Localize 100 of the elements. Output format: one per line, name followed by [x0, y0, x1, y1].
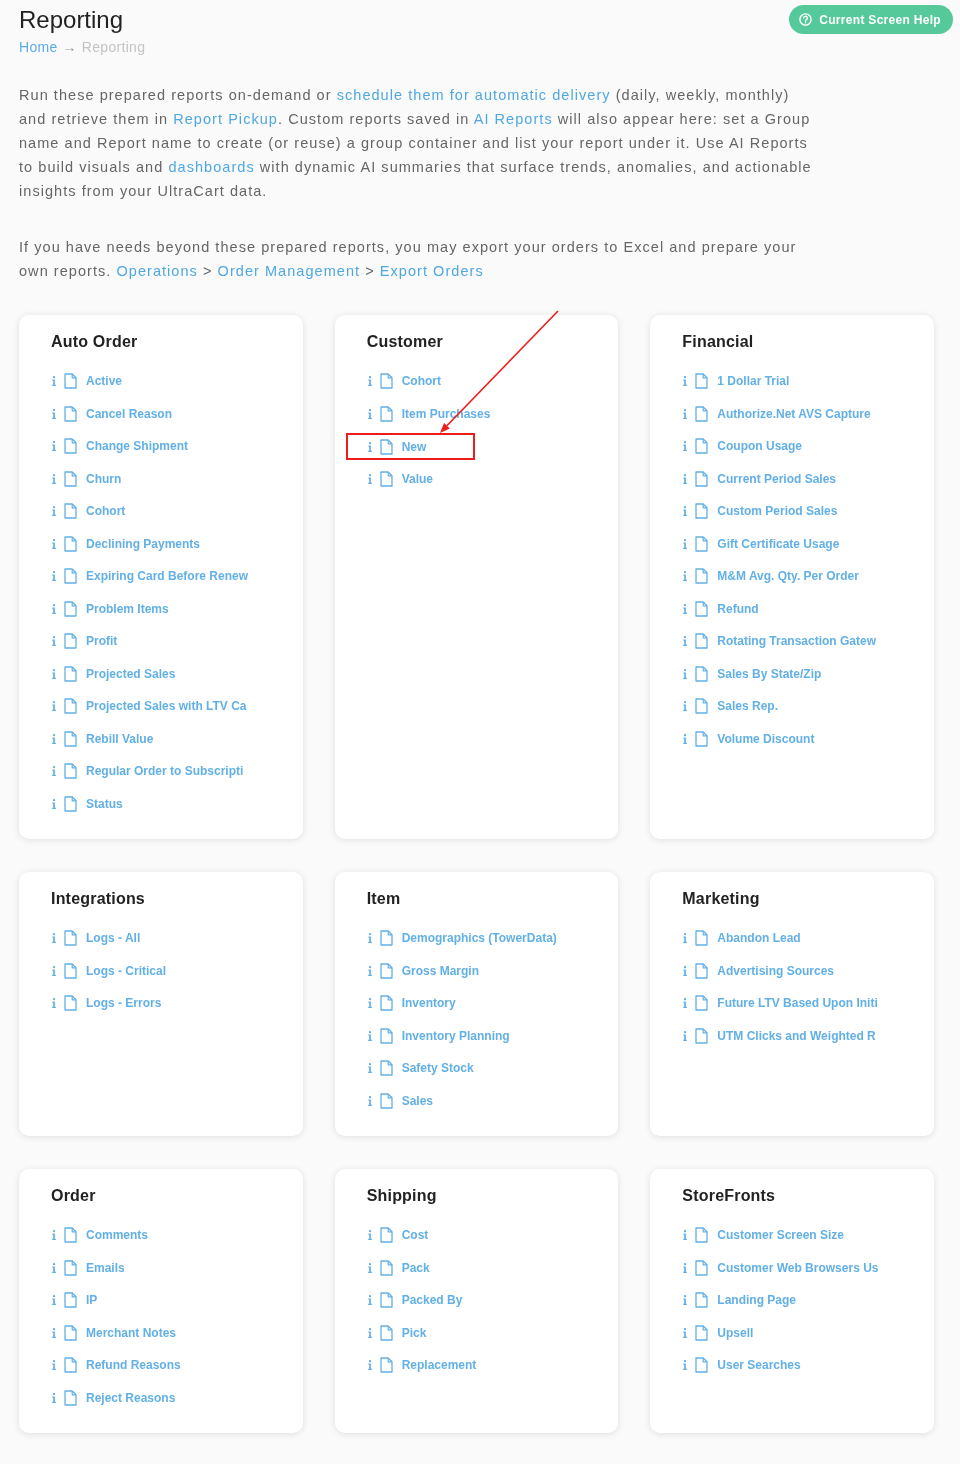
report-link[interactable]: Pick: [401, 1324, 427, 1341]
report-link[interactable]: Landing Page: [717, 1292, 796, 1309]
info-icon[interactable]: [367, 408, 372, 419]
breadcrumb-link[interactable]: Home: [19, 38, 58, 56]
report-link[interactable]: Volume Discount: [717, 730, 815, 747]
report-link[interactable]: Advertising Sources: [717, 962, 835, 979]
info-icon[interactable]: [52, 1392, 56, 1403]
report-link[interactable]: Status: [86, 795, 123, 812]
report-link[interactable]: M&M Avg. Qty. Per Order: [717, 568, 859, 585]
info-icon[interactable]: [52, 603, 56, 614]
info-icon[interactable]: [367, 441, 372, 452]
info-icon[interactable]: [52, 506, 56, 517]
report-link[interactable]: Cohort: [401, 373, 441, 390]
info-icon[interactable]: [52, 538, 56, 549]
info-icon[interactable]: [683, 1230, 688, 1241]
report-link[interactable]: Sales Rep.: [717, 698, 779, 715]
info-icon[interactable]: [52, 636, 56, 647]
info-icon[interactable]: [367, 376, 372, 387]
report-link[interactable]: Value: [401, 470, 433, 487]
report-link[interactable]: Refund Reasons: [86, 1357, 181, 1374]
report-link[interactable]: Logs - All: [86, 930, 141, 947]
info-icon[interactable]: [52, 668, 56, 679]
info-icon[interactable]: [52, 1230, 56, 1241]
report-link[interactable]: Projected Sales: [86, 665, 176, 682]
report-link[interactable]: Merchant Notes: [86, 1324, 177, 1341]
info-icon[interactable]: [52, 571, 56, 582]
report-link[interactable]: New: [401, 438, 427, 455]
report-link[interactable]: Refund: [717, 600, 759, 617]
info-icon[interactable]: [683, 965, 688, 976]
report-link[interactable]: Customer Web Browsers Us: [717, 1259, 879, 1276]
report-link[interactable]: Gross Margin: [401, 962, 479, 979]
report-link[interactable]: Authorize.Net AVS Capture: [717, 405, 871, 422]
info-icon[interactable]: [367, 933, 372, 944]
info-icon[interactable]: [52, 408, 56, 419]
info-icon[interactable]: [52, 1360, 56, 1371]
info-icon[interactable]: [52, 376, 56, 387]
info-icon[interactable]: [683, 636, 688, 647]
text-link[interactable]: schedule them for automatic delivery: [336, 87, 611, 103]
info-icon[interactable]: [367, 998, 372, 1009]
info-icon[interactable]: [52, 701, 56, 712]
report-link[interactable]: Current Period Sales: [717, 470, 837, 487]
report-link[interactable]: Change Shipment: [86, 438, 188, 455]
info-icon[interactable]: [683, 408, 688, 419]
info-icon[interactable]: [367, 1327, 372, 1338]
info-icon[interactable]: [683, 538, 688, 549]
report-link[interactable]: Comments: [86, 1227, 148, 1244]
report-link[interactable]: UTM Clicks and Weighted R: [717, 1027, 876, 1044]
info-icon[interactable]: [367, 1360, 372, 1371]
info-icon[interactable]: [683, 506, 688, 517]
text-link[interactable]: Operations: [116, 263, 198, 279]
report-link[interactable]: Packed By: [401, 1292, 463, 1309]
report-link[interactable]: Declining Payments: [86, 535, 201, 552]
info-icon[interactable]: [367, 965, 372, 976]
info-icon[interactable]: [683, 1360, 688, 1371]
info-icon[interactable]: [367, 1063, 372, 1074]
info-icon[interactable]: [367, 1230, 372, 1241]
info-icon[interactable]: [683, 933, 688, 944]
report-link[interactable]: Logs - Critical: [86, 962, 166, 979]
report-link[interactable]: Pack: [401, 1259, 430, 1276]
info-icon[interactable]: [683, 603, 688, 614]
info-icon[interactable]: [52, 798, 56, 809]
info-icon[interactable]: [367, 1095, 372, 1106]
info-icon[interactable]: [683, 1262, 688, 1273]
report-link[interactable]: Profit: [86, 633, 118, 650]
report-link[interactable]: Cost: [401, 1227, 429, 1244]
info-icon[interactable]: [683, 733, 688, 744]
text-link[interactable]: Export Orders: [379, 263, 484, 279]
info-icon[interactable]: [52, 473, 56, 484]
info-icon[interactable]: [52, 1327, 56, 1338]
info-icon[interactable]: [52, 998, 56, 1009]
text-link[interactable]: dashboards: [168, 159, 255, 175]
report-link[interactable]: User Searches: [717, 1357, 801, 1374]
text-link[interactable]: AI Reports: [473, 111, 553, 127]
report-link[interactable]: Replacement: [401, 1357, 477, 1374]
report-link[interactable]: Future LTV Based Upon Initi: [717, 995, 878, 1012]
info-icon[interactable]: [52, 933, 56, 944]
report-link[interactable]: Gift Certificate Usage: [717, 535, 840, 552]
info-icon[interactable]: [52, 766, 56, 777]
info-icon[interactable]: [683, 668, 688, 679]
text-link[interactable]: Order Management: [217, 263, 361, 279]
report-link[interactable]: Problem Items: [86, 600, 169, 617]
info-icon[interactable]: [367, 473, 372, 484]
info-icon[interactable]: [683, 1295, 688, 1306]
report-link[interactable]: Customer Screen Size: [717, 1227, 845, 1244]
info-icon[interactable]: [367, 1030, 372, 1041]
report-link[interactable]: Cohort: [86, 503, 126, 520]
text-link[interactable]: Report Pickup: [173, 111, 278, 127]
report-link[interactable]: Upsell: [717, 1324, 754, 1341]
info-icon[interactable]: [52, 965, 56, 976]
report-link[interactable]: Emails: [86, 1259, 125, 1276]
report-link[interactable]: Rebill Value: [86, 730, 154, 747]
info-icon[interactable]: [683, 441, 688, 452]
report-link[interactable]: Abandon Lead: [717, 930, 801, 947]
report-link[interactable]: Logs - Errors: [86, 995, 162, 1012]
help-button[interactable]: Current Screen Help: [789, 5, 953, 34]
report-link[interactable]: Sales: [401, 1092, 433, 1109]
report-link[interactable]: 1 Dollar Trial: [717, 373, 790, 390]
report-link[interactable]: Active: [86, 373, 123, 390]
info-icon[interactable]: [367, 1262, 372, 1273]
info-icon[interactable]: [52, 733, 56, 744]
